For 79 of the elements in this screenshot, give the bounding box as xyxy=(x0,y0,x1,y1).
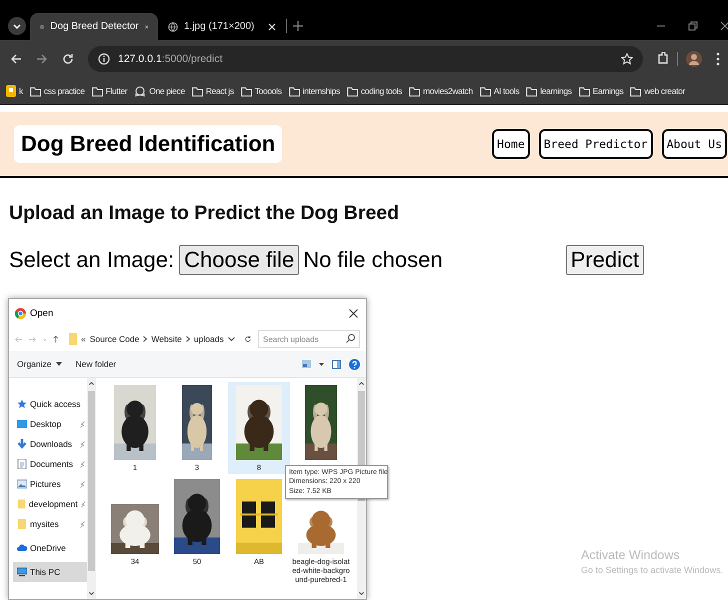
site-title: Dog Breed Identification xyxy=(14,125,282,163)
help-icon[interactable] xyxy=(349,358,360,370)
bookmark[interactable]: k xyxy=(6,85,23,97)
bookmark[interactable]: One piece xyxy=(134,86,185,96)
view-icon[interactable] xyxy=(302,360,311,368)
plus-icon[interactable] xyxy=(293,21,303,31)
chevron-icon xyxy=(143,336,148,342)
sidebar-item[interactable]: Documents xyxy=(13,454,87,474)
document-icon xyxy=(17,459,27,469)
bookmark[interactable]: movies2watch xyxy=(409,86,473,96)
caret-icon[interactable] xyxy=(89,592,94,595)
search-field[interactable]: Search uploads xyxy=(258,330,360,348)
refresh-icon[interactable] xyxy=(244,334,251,344)
bookmark[interactable]: Tooools xyxy=(240,86,282,96)
desktop-icon xyxy=(17,419,27,429)
activation-text: Go to Settings to activate Windows. xyxy=(581,565,724,575)
new-folder-button[interactable]: New folder xyxy=(74,357,118,371)
caret-icon[interactable] xyxy=(319,362,324,366)
globe-icon xyxy=(168,22,178,32)
avatar-icon[interactable] xyxy=(686,51,702,67)
sidebar-item[interactable]: mysites xyxy=(13,514,87,534)
browser-tab[interactable]: 1.jpg (171×200) xyxy=(158,13,286,40)
star-icon xyxy=(17,399,27,409)
address-bar[interactable]: 127.0.0.1:5000/predict xyxy=(88,46,643,72)
sidebar-item[interactable]: Desktop xyxy=(13,414,87,434)
close-icon[interactable] xyxy=(720,21,728,31)
caret-icon xyxy=(228,336,235,342)
bookmark[interactable]: internships xyxy=(288,86,340,96)
bookmark[interactable]: css practice xyxy=(30,86,85,96)
bookmark[interactable]: web creator xyxy=(630,86,685,96)
search-icon xyxy=(346,334,355,343)
close-icon[interactable] xyxy=(349,308,358,318)
bookmark[interactable]: learnings xyxy=(526,86,572,96)
predict-button[interactable]: Predict xyxy=(566,245,644,275)
caret-icon[interactable] xyxy=(89,382,94,385)
field-label: Select an Image: xyxy=(9,247,174,273)
path-field[interactable]: « Source Code Website uploads xyxy=(66,330,238,348)
organize-button[interactable]: Organize xyxy=(15,357,64,371)
chevron-icon xyxy=(186,336,190,342)
choose-file-button[interactable]: Choose file xyxy=(179,245,300,275)
download-icon xyxy=(17,439,27,449)
forward-icon[interactable] xyxy=(36,53,48,65)
cloud-icon xyxy=(17,543,27,553)
app-icon xyxy=(6,85,16,97)
chrome-icon xyxy=(15,308,26,318)
computer-icon xyxy=(17,567,27,577)
back-icon[interactable] xyxy=(10,53,22,65)
bookmark[interactable]: React js xyxy=(192,86,234,96)
sidebar-item[interactable]: development xyxy=(13,494,87,514)
nav-button[interactable]: Breed Predictor xyxy=(538,129,653,159)
close-icon[interactable] xyxy=(144,22,148,30)
restore-icon[interactable] xyxy=(688,21,698,31)
page-heading: Upload an Image to Predict the Dog Breed xyxy=(9,202,400,225)
star-icon[interactable] xyxy=(621,53,633,65)
nav-button[interactable]: Home xyxy=(492,129,530,159)
browser-tab[interactable]: Dog Breed Detector xyxy=(30,13,158,40)
bookmark[interactable]: Flutter xyxy=(92,86,128,96)
sidebar-item[interactable]: OneDrive xyxy=(13,538,87,558)
file-status: No file chosen xyxy=(303,247,443,273)
preview-pane-icon[interactable] xyxy=(332,360,341,368)
activation-title: Activate Windows xyxy=(581,548,681,562)
sidebar-item[interactable]: This PC xyxy=(13,562,87,582)
extensions-icon[interactable] xyxy=(657,52,669,66)
sidebar-item[interactable]: Downloads xyxy=(13,434,87,454)
bookmark[interactable]: Earnings xyxy=(578,86,624,96)
sidebar-item[interactable]: Quick access xyxy=(13,394,87,414)
nav-button[interactable]: About Us xyxy=(662,129,727,159)
bookmark[interactable]: AI tools xyxy=(480,86,520,96)
dialog-title: Open xyxy=(30,308,54,318)
pictures-icon xyxy=(17,479,27,489)
scrollbar[interactable] xyxy=(87,378,96,599)
sidebar-item[interactable]: Pictures xyxy=(13,474,87,494)
tab-menu-icon[interactable] xyxy=(8,17,26,35)
more-icon[interactable] xyxy=(716,52,720,66)
caret-icon xyxy=(56,362,62,366)
bookmark[interactable]: coding tools xyxy=(346,86,402,96)
up-icon[interactable] xyxy=(53,334,59,344)
info-icon xyxy=(98,53,110,65)
reload-icon[interactable] xyxy=(62,53,74,65)
